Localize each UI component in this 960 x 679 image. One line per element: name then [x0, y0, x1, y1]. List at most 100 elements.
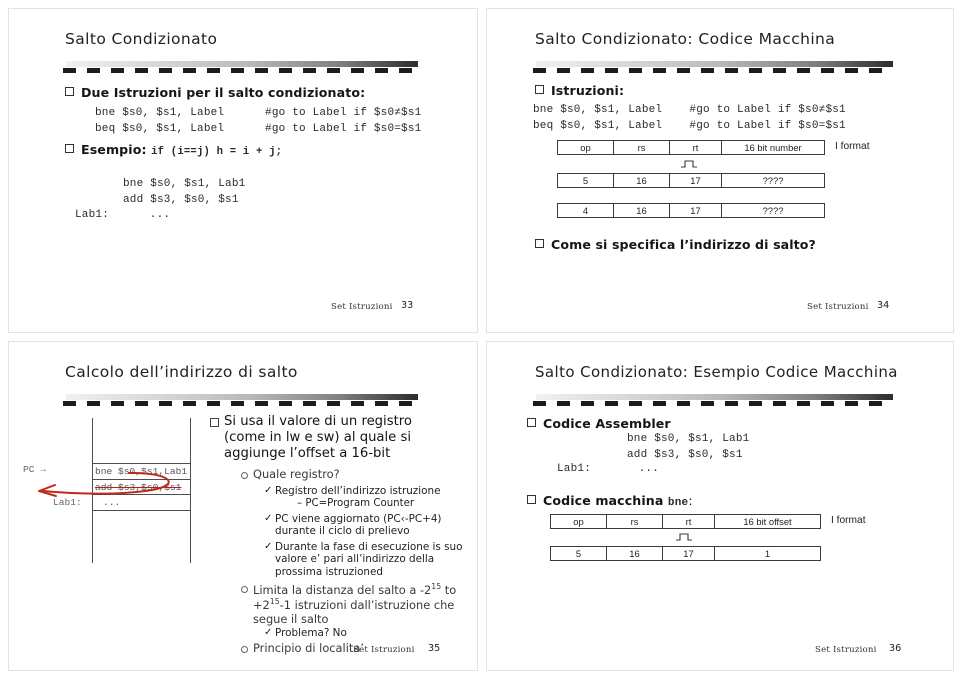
slide-number: 33	[401, 300, 414, 311]
footer-label: Set Istruzioni	[807, 302, 869, 312]
memory-diagram: PC → bne $s0,$s1,Lab1 add $s3,$s0,$s1 La…	[9, 342, 209, 572]
outline-dash-pc-program-counter: – PC=Program Counter	[297, 498, 415, 509]
divider-dashed-line	[63, 68, 418, 73]
page-title: Salto Condizionato	[65, 30, 218, 48]
outline-check-problema: ✓ Problema? No	[264, 627, 347, 639]
outline-check-registro-indirizzo: ✓ Registro dell’indirizzo istruzione	[264, 485, 441, 497]
code-block-assembler: bne $s0, $s1, Lab1 add $s3, $s0, $s1	[627, 433, 750, 461]
outline-sub-quale-registro: Quale registro?	[241, 467, 461, 482]
slide-number: 34	[877, 300, 890, 311]
code-block-branch-instructions: bne $s0, $s1, Label #go to Label if $s0≠…	[95, 107, 422, 135]
format-cell-immediate: ????	[762, 174, 784, 186]
check-icon: ✓	[264, 541, 273, 552]
bullet-come-si-specifica: Come si specifica l’indirizzo di salto?	[535, 237, 816, 252]
format-cell-rs: 16	[607, 547, 663, 560]
square-bullet-icon	[65, 144, 74, 153]
instruction-format-beq-row: 4 16 17 ????	[557, 203, 825, 218]
bullet-esempio: Esempio: if (i==j) h = i + j;	[65, 142, 282, 160]
handout-page: Salto Condizionato Due Istruzioni per il…	[0, 0, 960, 679]
code-block-branch-instructions: bne $s0, $s1, Label #go to Label if $s0≠…	[533, 104, 846, 132]
page-title: Salto Condizionato: Esempio Codice Macch…	[535, 363, 898, 381]
format-cell-rt: 17	[663, 547, 715, 560]
format-cell-rt: 17	[670, 174, 722, 187]
code-block-assembler-label: Lab1: ...	[557, 463, 660, 475]
format-cell-rs: 16	[614, 174, 670, 187]
memory-divider-line	[92, 494, 191, 495]
circle-bullet-icon	[241, 646, 248, 653]
slide-number: 35	[428, 643, 441, 654]
divider-dashed-line	[533, 401, 893, 406]
memory-divider-line	[92, 479, 191, 480]
bullet-due-istruzioni: Due Istruzioni per il salto condizionato…	[65, 85, 365, 100]
memory-row-bne: bne $s0,$s1,Lab1	[95, 466, 188, 477]
format-cell-op: 5	[558, 174, 614, 187]
memory-divider-line	[92, 463, 191, 464]
check-icon: ✓	[264, 485, 273, 496]
pc-arrow-icon: →	[40, 464, 47, 475]
down-arrow-icon	[680, 159, 697, 168]
bullet-codice-assembler: Codice Assembler	[527, 416, 671, 431]
square-bullet-icon	[65, 87, 74, 96]
circle-bullet-icon	[241, 472, 248, 479]
outline-check-pc-aggiornato: ✓ PC viene aggiornato (PC‹-PC+4) durante …	[264, 513, 442, 538]
down-arrow-icon	[675, 532, 692, 541]
memory-right-edge	[190, 418, 191, 563]
memory-divider-line	[92, 510, 191, 511]
code-block-example-label: Lab1: ...	[75, 209, 171, 221]
format-cell-immediate: ????	[762, 204, 784, 216]
format-cell-rs: rs	[614, 141, 670, 154]
divider-gradient-bar	[66, 61, 418, 67]
outline-check-fase-esecuzione: ✓ Durante la fase di esecuzione is suo va…	[264, 541, 463, 578]
footer-label: Set Istruzioni	[353, 645, 415, 655]
format-cell-op: 4	[558, 204, 614, 217]
slide-35[interactable]: Calcolo dell’indirizzo di salto PC → bne…	[8, 341, 478, 671]
check-icon: ✓	[264, 513, 273, 524]
outline-sub-limita-distanza: Limita la distanza del salto a -215 to +…	[241, 582, 461, 627]
bullet-istruzioni: Istruzioni:	[535, 83, 624, 98]
footer-label: Set Istruzioni	[331, 302, 393, 312]
check-icon: ✓	[264, 627, 273, 638]
instruction-format-bne-row: 5 16 17 1	[550, 546, 821, 561]
format-cell-rs: rs	[607, 515, 663, 528]
memory-left-edge	[92, 418, 93, 563]
square-bullet-icon	[535, 85, 544, 94]
code-block-example-asm: bne $s0, $s1, Lab1 add $s3, $s0, $s1	[123, 178, 246, 206]
limita-text: Limita la distanza del salto a -215 to +…	[253, 582, 457, 626]
footer-label: Set Istruzioni	[815, 645, 877, 655]
format-cell-op: op	[558, 141, 614, 154]
title-divider	[533, 394, 893, 408]
square-bullet-icon	[535, 239, 544, 248]
slide-33[interactable]: Salto Condizionato Due Istruzioni per il…	[8, 8, 478, 333]
format-type-label: I format	[831, 515, 866, 526]
title-divider	[533, 61, 893, 75]
format-cell-rt: rt	[663, 515, 715, 528]
slide-34[interactable]: Salto Condizionato: Codice Macchina Istr…	[486, 8, 954, 333]
title-divider	[63, 61, 418, 75]
format-type-label: I format	[835, 141, 870, 152]
circle-bullet-icon	[241, 586, 248, 593]
format-cell-rs: 16	[614, 204, 670, 217]
divider-dashed-line	[533, 68, 893, 73]
esempio-c-code: if (i==j) h = i + j;	[151, 146, 283, 158]
outline-main-point: Si usa il valore di un registro (come in…	[210, 414, 450, 462]
square-bullet-icon	[210, 418, 219, 427]
slide-number: 36	[889, 643, 902, 654]
format-cell-immediate: 16 bit number	[744, 141, 802, 153]
format-cell-rt: 17	[670, 204, 722, 217]
format-cell-immediate: 1	[764, 547, 771, 559]
instruction-format-bne-row: 5 16 17 ????	[557, 173, 825, 188]
square-bullet-icon	[527, 418, 536, 427]
format-cell-immediate: 16 bit offset	[743, 515, 792, 527]
format-cell-op: 5	[551, 547, 607, 560]
bne-mnemonic: bne	[667, 497, 689, 509]
memory-row-add: add $s3,$s0,$s1	[95, 482, 182, 493]
format-cell-op: op	[551, 515, 607, 528]
instruction-format-header-row: op rs rt 16 bit offset	[550, 514, 821, 529]
slide-36[interactable]: Salto Condizionato: Esempio Codice Macch…	[486, 341, 954, 671]
divider-gradient-bar	[536, 394, 893, 400]
instruction-format-header-row: op rs rt 16 bit number	[557, 140, 825, 155]
square-bullet-icon	[527, 495, 536, 504]
bullet-codice-macchina: Codice macchina bne:	[527, 493, 693, 512]
divider-gradient-bar	[536, 61, 893, 67]
memory-label-lab1: Lab1:	[53, 497, 82, 508]
